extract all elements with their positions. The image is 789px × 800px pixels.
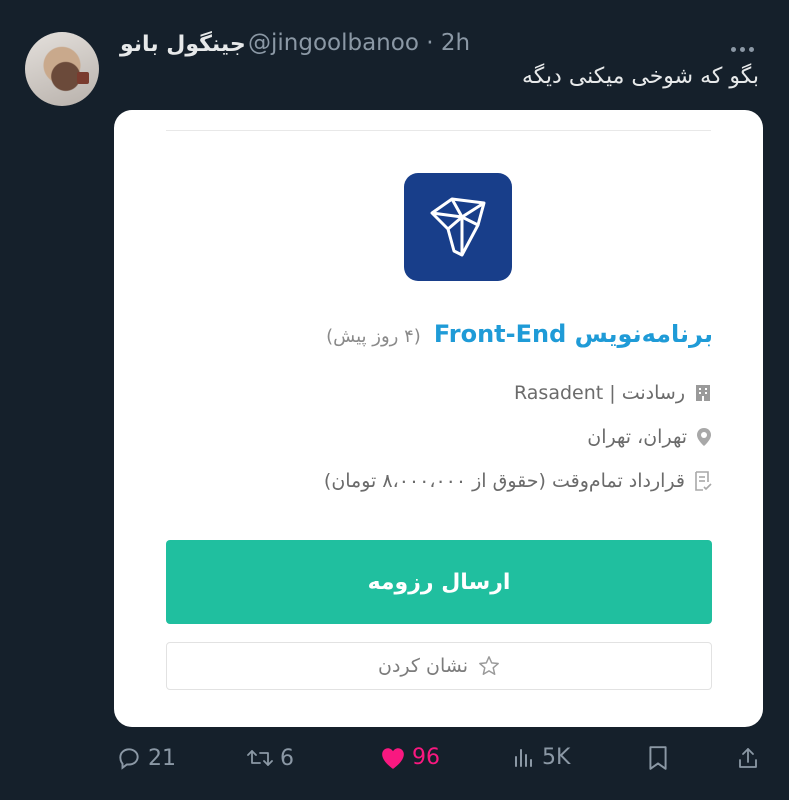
bookmark-button[interactable]: نشان کردن [166,642,712,690]
tweet-actions: 21 6 96 5K [116,745,766,781]
heart-icon [382,747,404,769]
view-count: 5K [542,745,571,770]
reply-action[interactable]: 21 [116,745,176,771]
avatar[interactable] [25,32,99,106]
views-action[interactable]: 5K [512,745,570,770]
job-title[interactable]: برنامه‌نویس Front-End [434,320,713,348]
separator-dot: · [426,30,441,56]
posted-date: (۴ روز پیش) [326,326,421,347]
contract-row: قرارداد تمام‌وقت (حقوق از ۸،۰۰۰،۰۰۰ توما… [324,470,713,492]
job-title-row: برنامه‌نویس Front-End (۴ روز پیش) [326,320,713,348]
timestamp[interactable]: 2h [441,30,470,56]
reply-icon [119,748,139,770]
company-row: رسادنت | Rasadent [514,382,713,404]
like-count: 96 [412,745,440,770]
more-options-icon[interactable] [731,37,761,52]
job-card[interactable]: برنامه‌نویس Front-End (۴ روز پیش) رسادنت… [114,110,763,727]
location-row: تهران، تهران [587,426,713,448]
location: تهران، تهران [587,426,687,448]
handle[interactable]: @jingoolbanoo [248,30,419,56]
display-name[interactable]: جینگول بانو [120,32,246,57]
location-pin-icon [697,428,711,446]
card-divider [166,130,711,131]
share-action[interactable] [736,745,760,771]
company-name: رسادنت | Rasadent [514,382,685,404]
analytics-icon [515,748,532,767]
retweet-action[interactable]: 6 [246,745,294,771]
retweet-icon [247,750,273,766]
star-icon [479,656,499,675]
retweet-count: 6 [280,745,294,771]
contract-info: قرارداد تمام‌وقت (حقوق از ۸،۰۰۰،۰۰۰ توما… [323,470,685,492]
reply-count: 21 [148,745,176,771]
bookmark-icon [649,746,667,770]
tooth-logo-icon [404,173,512,281]
bookmark-label: نشان کردن [378,655,468,677]
contract-document-icon [695,471,712,491]
send-resume-button[interactable]: ارسال رزومه [166,540,712,624]
building-icon [696,385,710,401]
tweet-text: بگو که شوخی میکنی دیگه [521,64,759,89]
bookmark-action[interactable] [647,745,669,771]
like-action[interactable]: 96 [380,745,440,770]
handle-and-time: @jingoolbanoo · 2h [248,30,470,56]
share-icon [739,748,757,768]
